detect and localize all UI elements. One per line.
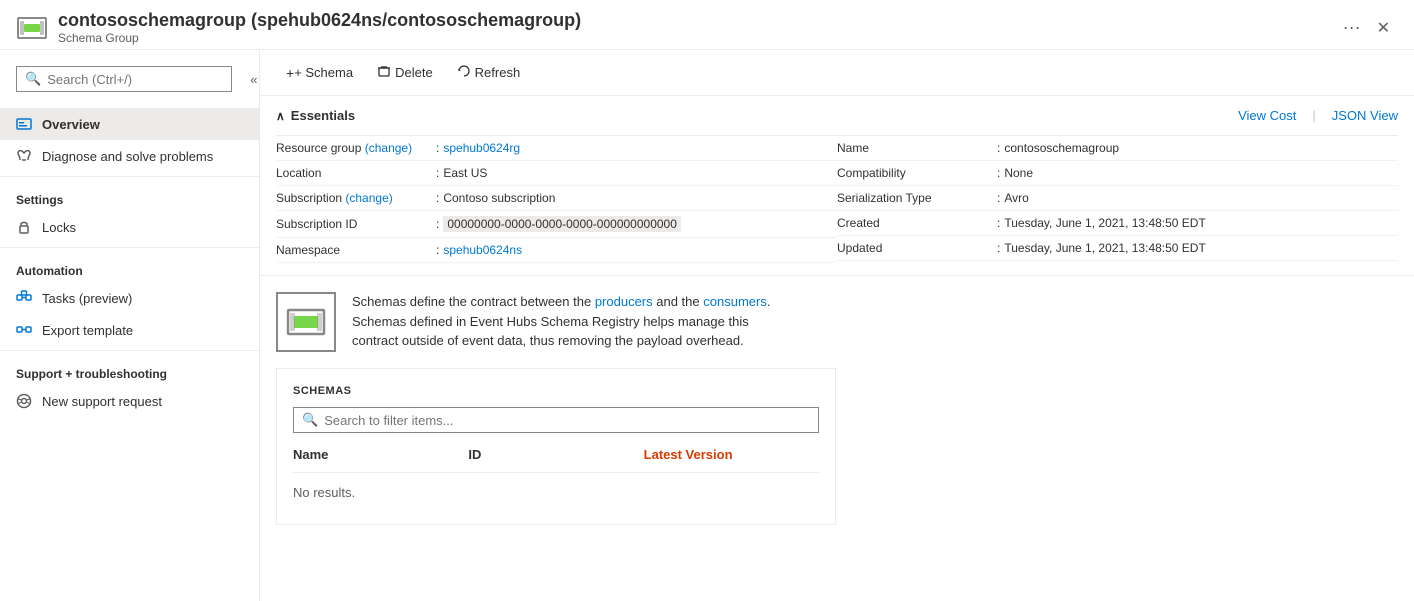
search-icon: 🔍 [25, 71, 41, 87]
automation-section-label: Automation [0, 252, 259, 282]
created-value: Tuesday, June 1, 2021, 13:48:50 EDT [1004, 216, 1205, 230]
sidebar: 🔍 « Overview Diagnose and solve problems [0, 50, 260, 601]
essentials-row-compatibility: Compatibility : None [837, 161, 1398, 186]
refresh-label: Refresh [475, 65, 521, 80]
sidebar-item-diagnose[interactable]: Diagnose and solve problems [0, 140, 259, 172]
serialization-value: Avro [1004, 191, 1028, 205]
essentials-title: ∧ Essentials [276, 108, 355, 123]
essentials-row-subscription: Subscription (change) : Contoso subscrip… [276, 186, 837, 211]
main-content: + + Schema Delete Refresh [260, 50, 1414, 601]
schemas-search-icon: 🔍 [302, 412, 318, 428]
subscription-id-value: 00000000-0000-0000-0000-000000000000 [443, 216, 681, 232]
sidebar-item-export[interactable]: Export template [0, 314, 259, 346]
header-title-group: contososchemagroup (spehub0624ns/contoso… [58, 10, 1325, 45]
sidebar-item-diagnose-label: Diagnose and solve problems [42, 149, 213, 164]
name-value: contososchemagroup [1004, 141, 1119, 155]
essentials-row-updated: Updated : Tuesday, June 1, 2021, 13:48:5… [837, 236, 1398, 261]
subscription-change-link[interactable]: (change) [345, 191, 392, 205]
delete-button[interactable]: Delete [367, 58, 443, 87]
sidebar-item-support[interactable]: New support request [0, 385, 259, 417]
schema-group-icon [16, 12, 48, 44]
essentials-row-subscription-id: Subscription ID : 00000000-0000-0000-000… [276, 211, 837, 238]
essentials-left-col: Resource group (change) : spehub0624rg L… [276, 136, 837, 263]
sidebar-item-overview-label: Overview [42, 117, 100, 132]
table-header: Name ID Latest Version [293, 443, 819, 473]
essentials-row-name: Name : contososchemagroup [837, 136, 1398, 161]
close-button[interactable]: ✕ [1369, 14, 1398, 42]
chevron-up-icon[interactable]: ∧ [276, 109, 285, 123]
support-icon [16, 393, 32, 409]
essentials-row-namespace: Namespace : spehub0624ns [276, 238, 837, 263]
tasks-icon [16, 290, 32, 306]
schemas-search-box: 🔍 [293, 407, 819, 433]
location-value: East US [443, 166, 487, 180]
sidebar-item-export-label: Export template [42, 323, 133, 338]
schemas-search-input[interactable] [324, 413, 810, 428]
schemas-title: SCHEMAS [293, 385, 819, 397]
overview-icon [16, 116, 32, 132]
essentials-row-location: Location : East US [276, 161, 837, 186]
page-header: contososchemagroup (spehub0624ns/contoso… [0, 0, 1414, 50]
essentials-section: ∧ Essentials View Cost | JSON View Resou… [260, 96, 1414, 275]
export-icon [16, 322, 32, 338]
schema-button[interactable]: + + Schema [276, 59, 363, 87]
schemas-section: SCHEMAS 🔍 Name ID Latest Version No resu… [276, 368, 836, 525]
sidebar-item-tasks-label: Tasks (preview) [42, 291, 132, 306]
resource-group-change-link[interactable]: (change) [365, 141, 412, 155]
page-title: contososchemagroup (spehub0624ns/contoso… [58, 10, 1325, 31]
schema-registry-icon [276, 292, 336, 352]
sidebar-item-locks[interactable]: Locks [0, 211, 259, 243]
essentials-row-created: Created : Tuesday, June 1, 2021, 13:48:5… [837, 211, 1398, 236]
col-header-latest-version: Latest Version [644, 443, 819, 466]
support-section-label: Support + troubleshooting [0, 355, 259, 385]
col-header-name: Name [293, 443, 468, 466]
no-results-message: No results. [293, 477, 819, 508]
collapse-sidebar-button[interactable]: « [246, 70, 260, 89]
essentials-row-resource-group: Resource group (change) : spehub0624rg [276, 136, 837, 161]
view-cost-link[interactable]: View Cost [1238, 108, 1296, 123]
refresh-button[interactable]: Refresh [447, 58, 531, 87]
namespace-value[interactable]: spehub0624ns [443, 243, 522, 257]
compatibility-value: None [1004, 166, 1033, 180]
add-icon: + [286, 65, 294, 81]
delete-icon [377, 64, 391, 81]
diagnose-icon [16, 148, 32, 164]
col-header-id: ID [468, 443, 643, 466]
more-options-button[interactable]: ··· [1335, 13, 1369, 42]
subscription-value: Contoso subscription [443, 191, 555, 205]
essentials-right-col: Name : contososchemagroup Compatibility … [837, 136, 1398, 263]
search-input[interactable] [47, 72, 223, 87]
sidebar-item-locks-label: Locks [42, 220, 76, 235]
resource-group-value[interactable]: spehub0624rg [443, 141, 520, 155]
json-view-link[interactable]: JSON View [1332, 108, 1398, 123]
sidebar-item-tasks[interactable]: Tasks (preview) [0, 282, 259, 314]
toolbar: + + Schema Delete Refresh [260, 50, 1414, 96]
settings-section-label: Settings [0, 181, 259, 211]
sidebar-item-overview[interactable]: Overview [0, 108, 259, 140]
description-text: Schemas define the contract between the … [352, 292, 770, 351]
essentials-row-serialization: Serialization Type : Avro [837, 186, 1398, 211]
page-subtitle: Schema Group [58, 31, 1325, 45]
delete-label: Delete [395, 65, 433, 80]
refresh-icon [457, 64, 471, 81]
description-section: Schemas define the contract between the … [260, 275, 1414, 368]
sidebar-item-support-label: New support request [42, 394, 162, 409]
lock-icon [16, 219, 32, 235]
updated-value: Tuesday, June 1, 2021, 13:48:50 EDT [1004, 241, 1205, 255]
